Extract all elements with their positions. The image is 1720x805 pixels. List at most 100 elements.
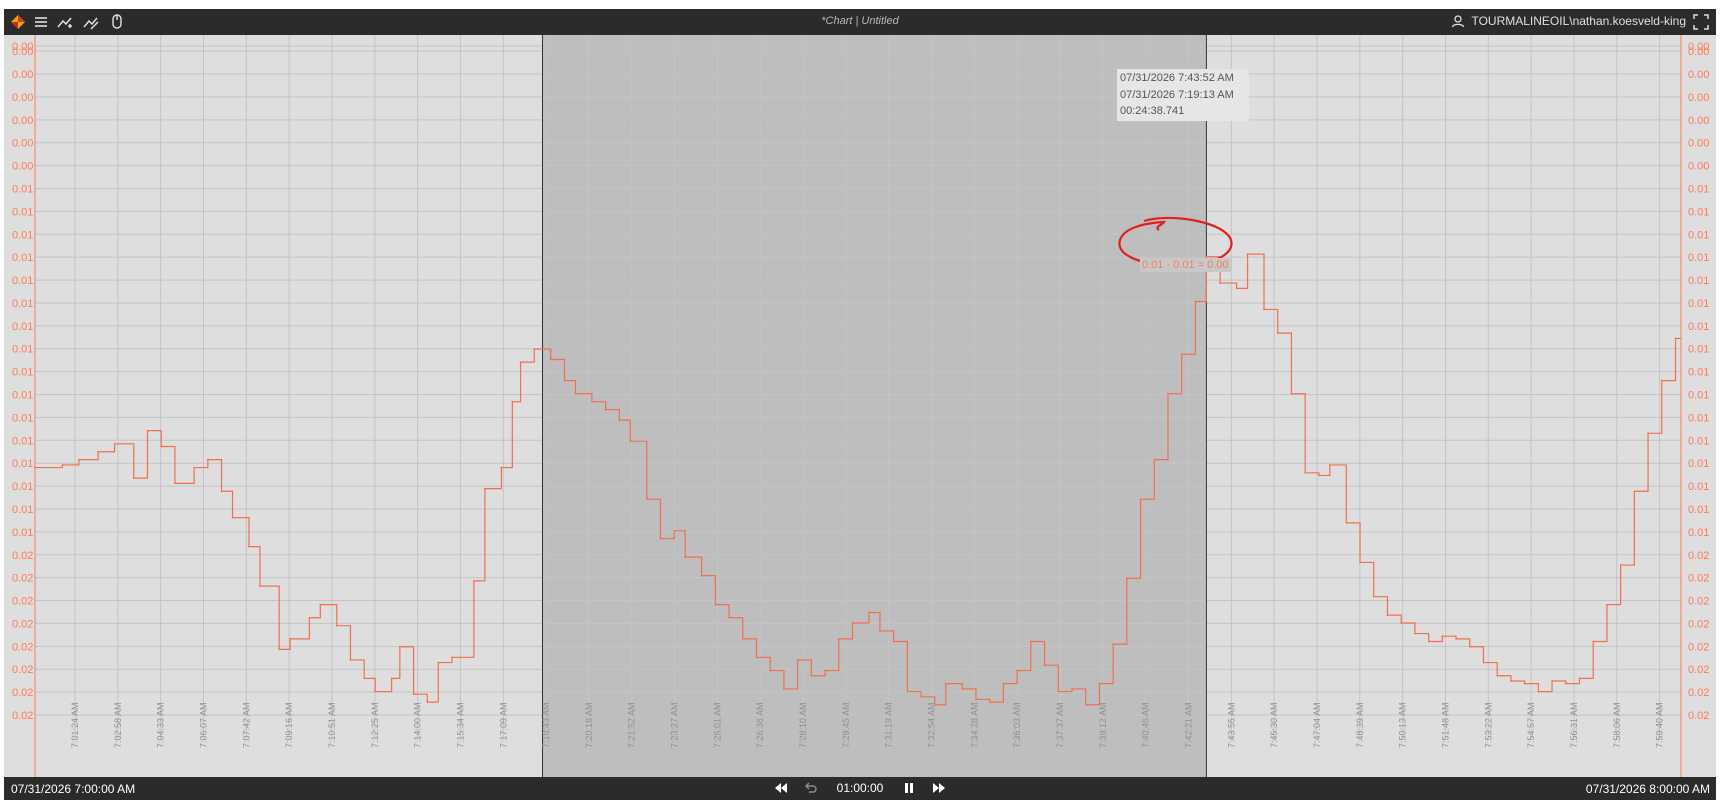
bottom-bar: 07/31/2026 7:00:00 AM 01:00:00 07/31/202…	[4, 777, 1716, 800]
data-point	[574, 392, 577, 395]
y-tick-label-left: 0.01	[12, 275, 33, 287]
x-tick-label: 7:23:27 AM	[670, 702, 680, 748]
y-tick-label-left: 0.00	[12, 41, 33, 53]
trend-chart[interactable]: 0.02 0.02 0.02 0.02 0.02 0.02 0.02 0.02 0.02 0.02…	[4, 35, 1716, 777]
data-point	[741, 638, 744, 640]
data-point	[1057, 690, 1060, 693]
data-point	[132, 477, 135, 479]
y-tick-label-left: 0.01	[12, 206, 33, 218]
data-point	[519, 361, 522, 363]
x-tick-label: 7:29:45 AM	[841, 702, 851, 748]
data-point	[426, 701, 429, 703]
data-point	[796, 659, 799, 661]
y-tick-label-left: 0.00	[12, 92, 33, 104]
data-point	[944, 682, 947, 685]
y-tick-label-right: 0.02	[1688, 664, 1709, 676]
data-point	[1194, 300, 1197, 303]
x-tick-label: 7:51:48 AM	[1440, 702, 1450, 748]
data-point	[1043, 664, 1046, 666]
y-tick-label-right: 0.02	[1688, 687, 1709, 699]
data-point	[1180, 353, 1183, 356]
end-time[interactable]: 07/31/2026 8:00:00 AM	[1586, 782, 1710, 796]
chart-plot-area[interactable]: 0.02 0.02 0.02 0.02 0.02 0.02 0.02 0.02 0.02 0.02…	[4, 35, 1716, 777]
data-point	[1098, 682, 1101, 685]
data-point	[1441, 635, 1444, 638]
y-tick-label-left: 0.01	[12, 504, 33, 516]
y-tick-label-left: 0.02	[12, 573, 33, 585]
y-tick-label-left: 0.02	[12, 664, 33, 676]
fast-forward-icon[interactable]	[931, 780, 947, 796]
x-tick-label: 7:40:46 AM	[1141, 702, 1151, 748]
data-point	[769, 669, 772, 672]
time-span[interactable]: 01:00:00	[833, 781, 888, 795]
data-point	[1329, 464, 1331, 466]
data-point	[684, 556, 686, 558]
selection-start-time: 07/31/2026 7:19:13 AM	[1120, 88, 1234, 101]
data-point	[1633, 490, 1636, 493]
data-point	[714, 603, 717, 606]
y-tick-label-right: 0.00	[1688, 161, 1709, 173]
data-point	[1139, 498, 1142, 500]
data-point	[1112, 643, 1114, 645]
data-point	[1290, 392, 1293, 395]
y-tick-label-right: 0.02	[1688, 573, 1709, 585]
data-point	[810, 674, 813, 677]
y-tick-label-left: 0.01	[12, 298, 33, 310]
data-point	[399, 645, 401, 648]
y-tick-label-left: 0.02	[12, 710, 33, 722]
data-point	[1030, 640, 1032, 643]
data-point	[1345, 522, 1348, 524]
data-point	[645, 498, 648, 500]
chart-window: *Chart | Untitled TOURMALINEOIL\nathan.k…	[4, 9, 1716, 800]
data-point	[1246, 253, 1249, 255]
y-tick-label-left: 0.01	[12, 435, 33, 447]
y-tick-label-left: 0.02	[12, 618, 33, 630]
y-tick-label-right: 0.01	[1688, 435, 1709, 447]
data-point	[1002, 682, 1005, 685]
x-tick-label: 7:39:12 AM	[1098, 702, 1108, 748]
y-tick-label-right: 0.01	[1688, 206, 1709, 218]
data-point	[591, 400, 593, 403]
y-tick-label-right: 0.02	[1688, 618, 1709, 630]
y-tick-label-right: 0.02	[1688, 550, 1709, 562]
y-tick-label-left: 0.02	[12, 596, 33, 608]
data-point	[61, 464, 64, 466]
data-point	[335, 624, 338, 627]
pause-icon[interactable]	[901, 780, 917, 796]
data-point	[1304, 472, 1306, 474]
data-point	[259, 585, 261, 587]
y-tick-label-left: 0.01	[12, 390, 33, 402]
x-tick-label: 7:42:21 AM	[1183, 702, 1193, 748]
data-point	[533, 348, 536, 350]
data-point	[920, 696, 922, 698]
data-point	[673, 530, 675, 532]
x-tick-label: 7:32:54 AM	[927, 702, 937, 748]
y-tick-label-right: 0.01	[1688, 390, 1709, 402]
data-point	[1468, 645, 1471, 648]
x-tick-label: 7:07:42 AM	[241, 702, 251, 748]
y-tick-label-left: 0.01	[12, 229, 33, 241]
fullscreen-icon[interactable]	[1692, 13, 1710, 31]
data-point	[988, 701, 991, 703]
data-point	[193, 466, 195, 469]
top-toolbar: *Chart | Untitled TOURMALINEOIL\nathan.k…	[4, 9, 1716, 35]
x-tick-label: 7:28:10 AM	[798, 702, 808, 748]
y-tick-label-left: 0.01	[12, 252, 33, 264]
data-point	[1016, 669, 1018, 672]
data-point	[1219, 282, 1221, 284]
x-tick-label: 7:31:19 AM	[884, 702, 894, 748]
data-point	[1414, 632, 1416, 635]
undo-icon[interactable]	[803, 780, 819, 796]
rewind-icon[interactable]	[773, 780, 789, 796]
y-tick-label-left: 0.02	[12, 550, 33, 562]
data-point	[1372, 595, 1375, 598]
data-point	[1551, 680, 1553, 682]
user-icon	[1452, 15, 1465, 28]
data-point	[868, 611, 870, 614]
user-account[interactable]: TOURMALINEOIL\nathan.koesveld-king	[1451, 14, 1686, 28]
y-tick-label-left: 0.02	[12, 687, 33, 699]
x-tick-label: 7:26:36 AM	[755, 702, 765, 748]
data-point	[700, 574, 703, 577]
data-point	[412, 693, 415, 695]
data-point	[1071, 688, 1073, 690]
